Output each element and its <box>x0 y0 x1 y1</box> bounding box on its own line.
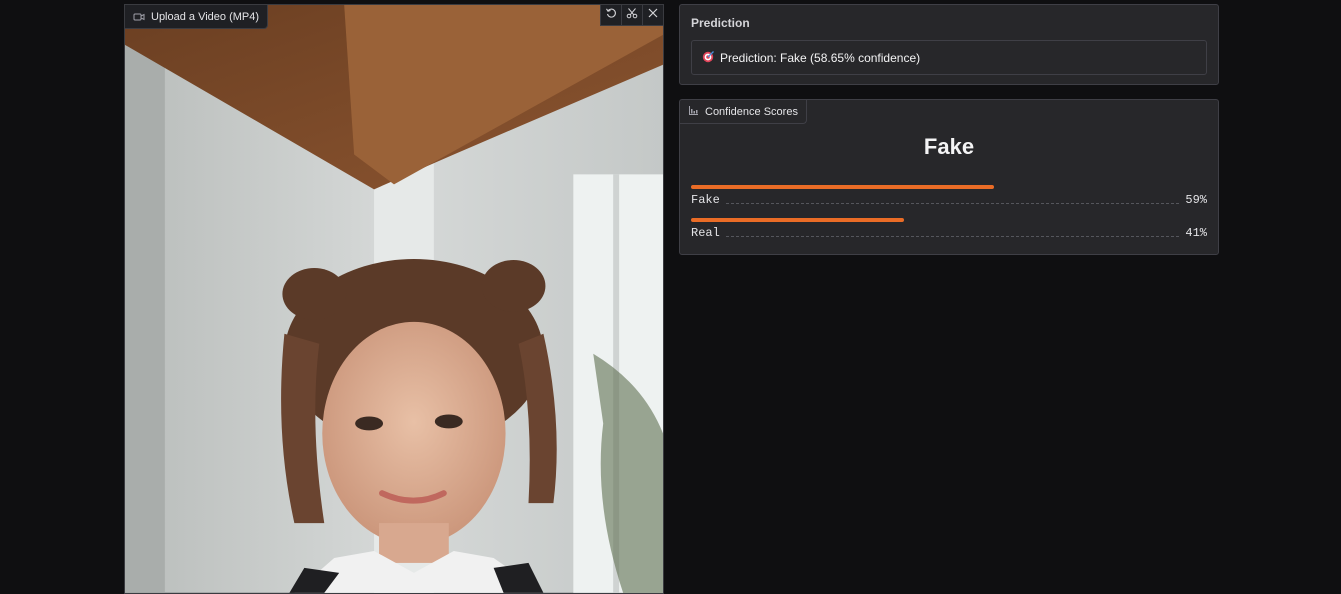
video-icon <box>133 11 145 23</box>
bar-chart-icon <box>688 105 699 119</box>
prediction-text: Prediction: Fake (58.65% confidence) <box>720 50 921 65</box>
score-row-real[interactable]: Real 41% <box>691 218 1207 244</box>
prediction-card: Prediction Prediction: Fake (58.65% conf… <box>679 4 1219 85</box>
dotted-leader <box>725 235 1180 237</box>
confidence-scores-card: Confidence Scores Fake Fake 59% Real 41% <box>679 99 1219 255</box>
score-label: Fake <box>691 193 720 207</box>
score-percent: 41% <box>1185 226 1207 240</box>
top-label: Fake <box>923 134 975 159</box>
confidence-bar <box>691 218 1207 222</box>
video-upload-label: Upload a Video (MP4) <box>125 5 269 29</box>
close-icon <box>647 6 659 24</box>
video-upload-label-text: Upload a Video (MP4) <box>151 10 260 23</box>
trim-button[interactable] <box>621 5 642 25</box>
scissors-icon <box>626 6 638 24</box>
score-percent: 59% <box>1185 193 1207 207</box>
score-label: Real <box>691 226 720 240</box>
prediction-output[interactable]: Prediction: Fake (58.65% confidence) <box>691 40 1207 75</box>
dotted-leader <box>725 202 1180 204</box>
undo-button[interactable] <box>601 5 621 25</box>
video-toolbar <box>600 5 663 26</box>
clear-video-button[interactable] <box>642 5 663 25</box>
score-row-fake[interactable]: Fake 59% <box>691 185 1207 211</box>
confidence-bar <box>691 185 1207 189</box>
dart-icon <box>702 50 715 66</box>
confidence-scores-label: Confidence Scores <box>705 105 798 118</box>
prediction-title: Prediction <box>691 16 750 30</box>
confidence-bar-fill <box>691 218 905 222</box>
video-panel[interactable]: Upload a Video (MP4) <box>124 4 664 594</box>
confidence-bar-fill <box>691 185 994 189</box>
video-frame[interactable] <box>125 5 663 593</box>
undo-icon <box>605 6 617 24</box>
confidence-scores-tab: Confidence Scores <box>680 100 807 124</box>
